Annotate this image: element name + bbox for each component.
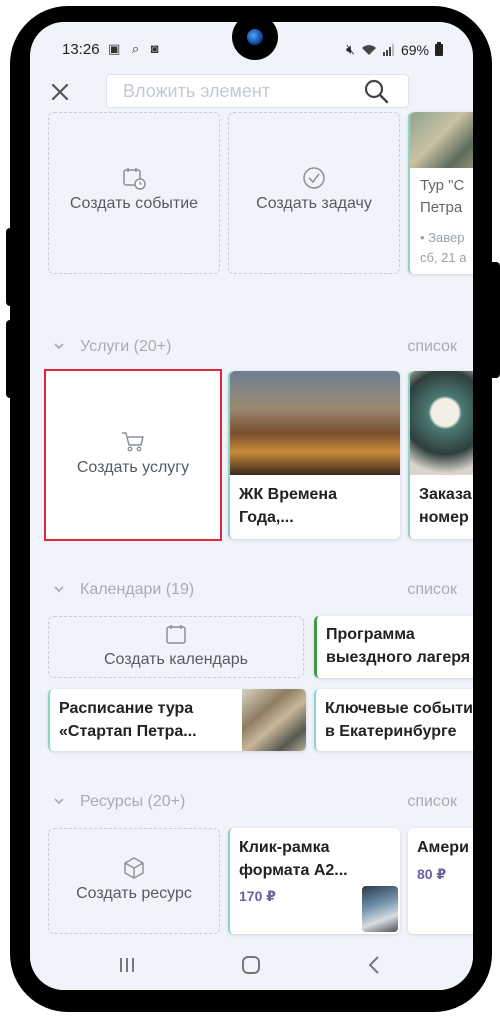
program-line2: выездного лагеря bbox=[326, 649, 471, 666]
battery-percent: 69% bbox=[400, 41, 429, 58]
chevron-down-icon[interactable] bbox=[52, 794, 66, 808]
tour-title-line1: Тур "С bbox=[420, 177, 465, 194]
service-title-line1: ЖК Времена bbox=[239, 486, 337, 503]
recent-apps-icon[interactable] bbox=[112, 953, 142, 977]
tour-event-card[interactable]: Тур "С Петра • Завер сб, 21 а bbox=[408, 112, 473, 274]
power-button bbox=[488, 262, 500, 378]
chevron-down-icon[interactable] bbox=[52, 582, 66, 596]
cube-icon bbox=[124, 857, 144, 879]
create-calendar-label: Создать календарь bbox=[103, 651, 249, 668]
service2-title-line1: Заказа bbox=[419, 486, 472, 503]
services-list-link[interactable]: список bbox=[407, 338, 457, 356]
content-scroll[interactable]: Создать событие Создать задачу Тур "С Пе… bbox=[30, 112, 473, 947]
second-resource-price: 80 ₽ bbox=[417, 866, 447, 882]
service-card-order[interactable]: Заказа номер bbox=[408, 371, 473, 539]
volume-button-2 bbox=[6, 320, 18, 398]
resource-card-second[interactable]: Амери 80 ₽ bbox=[408, 828, 473, 934]
volume-button bbox=[6, 228, 18, 306]
close-icon[interactable] bbox=[48, 80, 72, 104]
calendars-section-header[interactable]: Календари (19) список bbox=[30, 579, 473, 603]
tour-title-line2: Петра bbox=[420, 199, 463, 216]
create-resource-card[interactable]: Создать ресурс bbox=[48, 828, 220, 934]
search-placeholder: Вложить элемент bbox=[123, 81, 271, 101]
frame-price: 170 ₽ bbox=[239, 888, 276, 904]
second-resource-title: Амери bbox=[417, 839, 469, 856]
service-card-residential[interactable]: ЖК Времена Года,... bbox=[228, 371, 400, 539]
calendar-card-program[interactable]: Программа выездного лагеря bbox=[314, 616, 473, 678]
tour-calendar-line1: Расписание тура bbox=[59, 700, 194, 717]
service2-title-line2: номер bbox=[419, 509, 469, 526]
create-event-label: Создать событие bbox=[69, 195, 199, 212]
frame-thumb bbox=[362, 886, 398, 932]
resources-list-link[interactable]: список bbox=[407, 793, 457, 811]
signal-icon bbox=[382, 43, 394, 56]
chevron-down-icon[interactable] bbox=[52, 339, 66, 353]
tour-date: сб, 21 а bbox=[420, 250, 467, 265]
service-title-line2: Года,... bbox=[239, 509, 294, 526]
calendar-icon bbox=[166, 625, 186, 644]
status-right: 🔇︎ 69% bbox=[346, 41, 443, 58]
selected-highlight bbox=[44, 369, 222, 541]
resource-card-frame[interactable]: Клик-рамка формата А2... 170 ₽ bbox=[228, 828, 400, 934]
notification-icons: ▣ ⌕ ◙ bbox=[108, 41, 163, 56]
create-calendar-card[interactable]: Создать календарь bbox=[48, 616, 304, 678]
system-nav-bar bbox=[30, 947, 473, 990]
events-cal-line2: в Екатеринбурге bbox=[325, 723, 457, 740]
status-time: 13:26 bbox=[62, 41, 100, 58]
back-icon[interactable] bbox=[360, 953, 390, 977]
tour-painting-thumb bbox=[242, 689, 306, 751]
mute-icon: 🔇︎ bbox=[346, 41, 355, 57]
calendar-card-events[interactable]: Ключевые событи в Екатеринбурге bbox=[314, 689, 473, 751]
calendar-clock-icon bbox=[123, 168, 146, 190]
create-event-card[interactable]: Создать событие bbox=[48, 112, 220, 274]
calendars-list-link[interactable]: список bbox=[407, 581, 457, 599]
tour-status: • Завер bbox=[420, 230, 465, 245]
resources-section-header[interactable]: Ресурсы (20+) список bbox=[30, 791, 473, 815]
events-cal-line1: Ключевые событи bbox=[325, 700, 473, 717]
create-resource-label: Создать ресурс bbox=[76, 885, 192, 902]
frame-line1: Клик-рамка bbox=[239, 839, 330, 856]
home-icon[interactable] bbox=[236, 953, 266, 977]
check-circle-icon bbox=[303, 167, 325, 189]
service-photo-buildings bbox=[230, 371, 400, 475]
calendars-title: Календари (19) bbox=[80, 581, 195, 598]
program-line1: Программа bbox=[326, 626, 415, 643]
create-task-card[interactable]: Создать задачу bbox=[228, 112, 400, 274]
services-section-header[interactable]: Услуги (20+) список bbox=[30, 336, 473, 360]
tour-calendar-line2: «Стартап Петра... bbox=[59, 723, 197, 740]
service-photo-food bbox=[410, 371, 473, 475]
search-icon[interactable] bbox=[363, 78, 389, 104]
services-title: Услуги (20+) bbox=[80, 338, 172, 355]
create-task-label: Создать задачу bbox=[256, 195, 372, 212]
resources-title: Ресурсы (20+) bbox=[80, 793, 186, 810]
wifi-icon bbox=[361, 44, 376, 55]
battery-icon bbox=[435, 41, 443, 56]
front-camera bbox=[232, 14, 278, 60]
frame-line2: формата А2... bbox=[239, 862, 348, 879]
screen: 13:26 ▣ ⌕ ◙ 🔇︎ 69% Вложить элемент Созда… bbox=[30, 22, 473, 990]
tour-photo bbox=[410, 112, 473, 168]
calendar-card-tour[interactable]: Расписание тура «Стартап Петра... bbox=[48, 689, 306, 751]
